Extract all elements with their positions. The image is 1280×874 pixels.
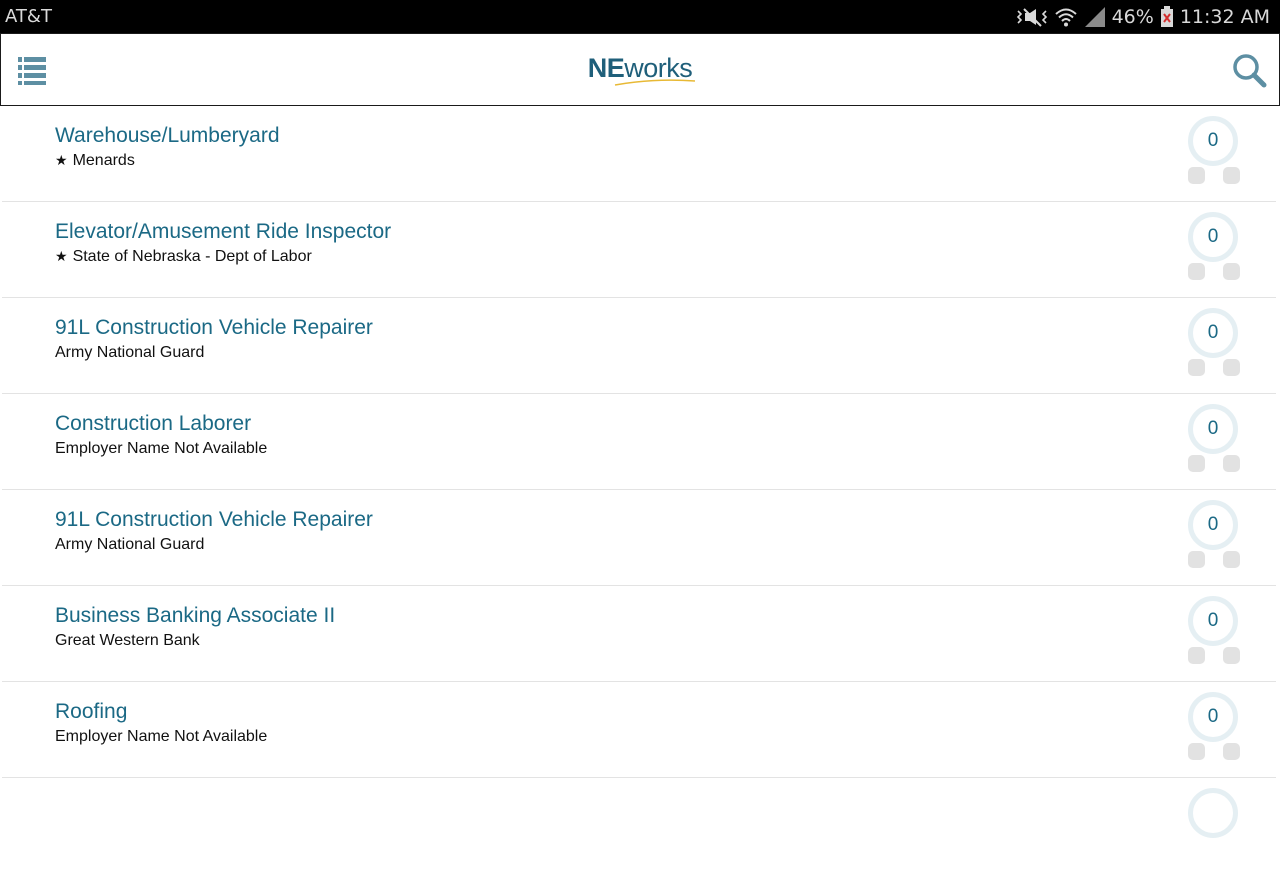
match-score-badge: 0 (1188, 212, 1238, 262)
job-list-item[interactable]: 91L Construction Vehicle Repairer Army Na… (2, 490, 1276, 586)
indicator-dot-icon (1188, 455, 1205, 472)
employer-name: ★ State of Nebraska - Dept of Labor (55, 248, 312, 266)
job-list-item[interactable]: Elevator/Amusement Ride Inspector ★ State … (2, 202, 1276, 298)
indicator-dot-icon (1188, 167, 1205, 184)
job-list-item[interactable]: Roofing Employer Name Not Available 0 (2, 682, 1276, 778)
job-list-item[interactable]: 91L Construction Vehicle Repairer Army Na… (2, 298, 1276, 394)
job-list-item[interactable]: Business Banking Associate II Great Weste… (2, 586, 1276, 682)
match-score-badge (1188, 788, 1238, 838)
indicator-dot-icon (1188, 551, 1205, 568)
indicator-dot-icon (1223, 263, 1240, 280)
indicator-dot-icon (1223, 455, 1240, 472)
star-icon: ★ (55, 249, 68, 265)
indicator-dot-icon (1223, 743, 1240, 760)
employer-label: Menards (72, 152, 135, 169)
indicator-dot-icon (1188, 743, 1205, 760)
search-button[interactable] (1231, 52, 1267, 88)
match-score-badge: 0 (1188, 692, 1238, 742)
indicator-dot-icon (1188, 647, 1205, 664)
employer-name: ★ Menards (55, 152, 135, 170)
job-title[interactable]: Elevator/Amusement Ride Inspector (55, 220, 391, 244)
indicator-dot-icon (1223, 167, 1240, 184)
signal-icon (1084, 6, 1106, 28)
logo-swoosh (614, 79, 695, 86)
indicator-dot-icon (1188, 263, 1205, 280)
job-title[interactable]: Construction Laborer (55, 412, 251, 436)
indicator-dot-icon (1223, 359, 1240, 376)
employer-label: State of Nebraska - Dept of Labor (72, 248, 312, 265)
match-score-badge: 0 (1188, 404, 1238, 454)
battery-percent: 46% (1111, 5, 1154, 28)
employer-label: Great Western Bank (55, 632, 200, 649)
hamburger-menu-icon (18, 57, 46, 85)
wifi-icon (1054, 6, 1078, 28)
employer-name: Employer Name Not Available (55, 728, 267, 746)
menu-button[interactable] (18, 56, 46, 86)
match-score-badge: 0 (1188, 500, 1238, 550)
match-score-badge: 0 (1188, 116, 1238, 166)
clock: 11:32 AM (1179, 5, 1270, 28)
mute-vibrate-icon (1016, 6, 1048, 28)
employer-name: Employer Name Not Available (55, 440, 267, 458)
employer-label: Employer Name Not Available (55, 440, 268, 457)
battery-icon (1160, 5, 1174, 28)
job-list: Warehouse/Lumberyard ★ Menards 0 Elevator/Am… (0, 106, 1280, 874)
star-icon: ★ (55, 153, 68, 169)
job-title[interactable]: 91L Construction Vehicle Repairer (55, 508, 373, 532)
employer-name: Army National Guard (55, 344, 204, 362)
employer-label: Army National Guard (55, 536, 205, 553)
employer-name: Great Western Bank (55, 632, 200, 650)
search-icon (1233, 54, 1267, 88)
job-title[interactable]: Warehouse/Lumberyard (55, 124, 280, 148)
employer-label: Army National Guard (55, 344, 205, 361)
job-title[interactable]: Business Banking Associate II (55, 604, 335, 628)
employer-label: Employer Name Not Available (55, 728, 268, 745)
app-header: NEworks (0, 33, 1280, 106)
job-title[interactable]: 91L Construction Vehicle Repairer (55, 316, 373, 340)
neworks-logo: NEworks (585, 52, 695, 86)
status-icons: 46% 11:32 AM (1016, 5, 1280, 28)
indicator-dot-icon (1223, 551, 1240, 568)
job-title[interactable]: Roofing (55, 700, 127, 724)
status-bar: AT&T 46% 11:32 AM (0, 0, 1280, 33)
indicator-dot-icon (1188, 359, 1205, 376)
employer-name: Army National Guard (55, 536, 204, 554)
carrier-label: AT&T (5, 6, 52, 27)
job-list-item[interactable]: Warehouse/Lumberyard ★ Menards 0 (2, 106, 1276, 202)
match-score-badge: 0 (1188, 308, 1238, 358)
job-list-item-partial[interactable] (2, 778, 1276, 874)
indicator-dot-icon (1223, 647, 1240, 664)
job-list-item[interactable]: Construction Laborer Employer Name Not Av… (2, 394, 1276, 490)
match-score-badge: 0 (1188, 596, 1238, 646)
